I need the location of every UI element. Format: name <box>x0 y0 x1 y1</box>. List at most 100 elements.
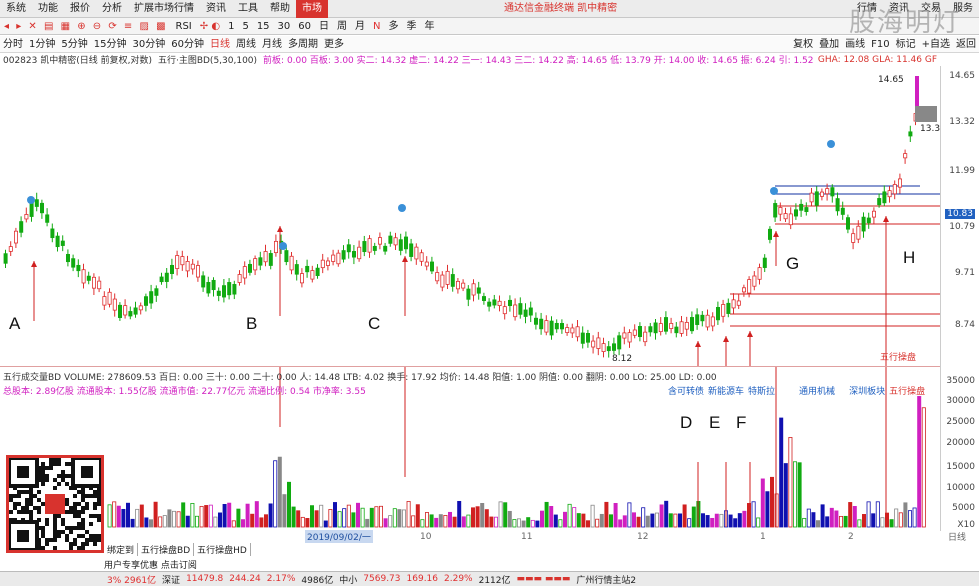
menu-market[interactable]: 市场 <box>296 0 328 18</box>
concept-tag[interactable]: 五行操盘 <box>889 384 925 397</box>
qr-module <box>9 494 13 498</box>
period-15-button[interactable]: 15 <box>253 18 274 35</box>
concept-tag[interactable]: 深圳板块 <box>849 384 885 397</box>
concept-tag[interactable]: 新能源车 <box>708 384 744 397</box>
period-month-button[interactable]: 月 <box>351 18 369 35</box>
period-season-button[interactable]: 季 <box>403 18 421 35</box>
menu-function[interactable]: 功能 <box>32 0 64 18</box>
wave-label-e: E <box>709 413 721 432</box>
candle-body <box>586 332 591 343</box>
candle-body <box>476 287 481 294</box>
volume-tick: 15000 <box>946 462 975 472</box>
qr-module <box>85 502 89 506</box>
period-5-button[interactable]: 5 <box>238 18 252 35</box>
tab-adjust[interactable]: 复权 <box>790 36 816 53</box>
qr-module <box>41 474 45 478</box>
tab-multi[interactable]: 多周期 <box>285 36 321 53</box>
qr-module <box>65 510 69 514</box>
candlestick-chart[interactable] <box>0 66 940 366</box>
tab-15min[interactable]: 15分钟 <box>91 36 130 53</box>
menu-ext-market[interactable]: 扩展市场行情 <box>128 0 200 18</box>
menu-help[interactable]: 帮助 <box>264 0 296 18</box>
qr-finder <box>81 466 93 478</box>
volume-bar <box>687 518 692 528</box>
qr-module <box>77 514 81 518</box>
candle-body <box>539 318 544 330</box>
toolbar-icons: ◂ ▸ ✕ ▤ ▦ ⊕ ⊖ ⟳ ≡ ▨ ▩ <box>4 20 168 32</box>
volume-bar <box>300 516 305 528</box>
candle-body <box>284 250 289 263</box>
qr-module <box>93 494 97 498</box>
tab-wuxing-bd[interactable]: 五行操盘BD <box>138 543 195 556</box>
qr-module <box>53 526 57 530</box>
cross-icon[interactable]: ✢ ◐ <box>196 18 224 35</box>
tab-more[interactable]: 更多 <box>321 36 347 53</box>
period-week-button[interactable]: 周 <box>333 18 351 35</box>
promo-text[interactable]: 用户专享优惠 点击订阅 <box>104 558 197 571</box>
tab-back[interactable]: 返回 <box>953 36 979 53</box>
qr-module <box>53 458 57 462</box>
tab-60min[interactable]: 60分钟 <box>168 36 207 53</box>
volume-bar <box>259 517 264 528</box>
qr-module <box>17 490 21 494</box>
concept-tag[interactable]: 通用机械 <box>799 384 835 397</box>
tab-f10[interactable]: F10 <box>868 36 892 53</box>
qr-module <box>17 510 21 514</box>
period-60-button[interactable]: 60 <box>294 18 315 35</box>
volume-bar <box>825 516 830 528</box>
menu-news[interactable]: 资讯 <box>200 0 232 18</box>
concept-tags: 含可转债 新能源车 特斯拉 通用机械 深圳板块 五行操盘 <box>668 384 925 397</box>
period-1-button[interactable]: 1 <box>224 18 238 35</box>
tab-1min[interactable]: 1分钟 <box>26 36 58 53</box>
tab-weekly[interactable]: 周线 <box>233 36 259 53</box>
tab-draw[interactable]: 画线 <box>842 36 868 53</box>
volume-bar <box>148 519 153 528</box>
period-day-button[interactable]: 日 <box>315 18 333 35</box>
tab-timeshare[interactable]: 分时 <box>0 36 26 53</box>
menu-system[interactable]: 系统 <box>0 0 32 18</box>
volume-bar <box>355 502 360 528</box>
candle-body <box>768 228 773 240</box>
tab-daily[interactable]: 日线 <box>207 36 233 53</box>
volume-bar <box>880 517 885 528</box>
concept-tag[interactable]: 特斯拉 <box>748 384 775 397</box>
period-30-button[interactable]: 30 <box>274 18 295 35</box>
tab-add-watch[interactable]: +自选 <box>919 36 953 53</box>
tab-overlay[interactable]: 叠加 <box>816 36 842 53</box>
period-n-button[interactable]: N <box>369 18 384 35</box>
rsi-button[interactable]: RSI <box>172 18 196 35</box>
tab-wuxing-hd[interactable]: 五行操盘HD <box>194 543 251 556</box>
volume-bar <box>701 513 706 528</box>
volume-bar <box>121 508 126 528</box>
volume-bar <box>112 501 117 528</box>
volume-bar <box>503 502 508 528</box>
tab-30min[interactable]: 30分钟 <box>129 36 168 53</box>
tab-monthly[interactable]: 月线 <box>259 36 285 53</box>
volume-bar <box>351 512 356 528</box>
qr-module <box>61 474 65 478</box>
tab-bind[interactable]: 绑定到 <box>104 543 139 556</box>
menu-quote[interactable]: 报价 <box>64 0 96 18</box>
indicator-name[interactable]: 五行·主图BD(5,30,100) <box>152 53 257 66</box>
candle-body <box>299 273 304 284</box>
price-tick: 11.99 <box>949 166 975 176</box>
volume-bar <box>912 507 917 528</box>
price-chart[interactable]: A B C G H 14.65 13.32 8.12 五行操盘 <box>0 66 946 366</box>
period-multi-button[interactable]: 多 <box>385 18 403 35</box>
candle-body <box>357 246 362 260</box>
price-tick: 14.65 <box>949 71 975 81</box>
candle-body <box>393 237 398 246</box>
date-tick: 1 <box>760 531 766 542</box>
candle-body <box>788 213 793 226</box>
candle-body <box>455 280 460 290</box>
period-year-button[interactable]: 年 <box>421 18 439 35</box>
tab-mark[interactable]: 标记 <box>893 36 919 53</box>
tab-5min[interactable]: 5分钟 <box>58 36 90 53</box>
concept-tag[interactable]: 含可转债 <box>668 384 704 397</box>
wuxing-marker: 五行操盘 <box>880 353 917 363</box>
menu-tools[interactable]: 工具 <box>232 0 264 18</box>
volume-bar <box>176 511 181 528</box>
qr-module <box>45 466 49 470</box>
menu-analysis[interactable]: 分析 <box>96 0 128 18</box>
volume-chart[interactable]: 五行成交量BD VOLUME: 278609.53 百日: 0.00 三十: 0… <box>0 366 940 553</box>
